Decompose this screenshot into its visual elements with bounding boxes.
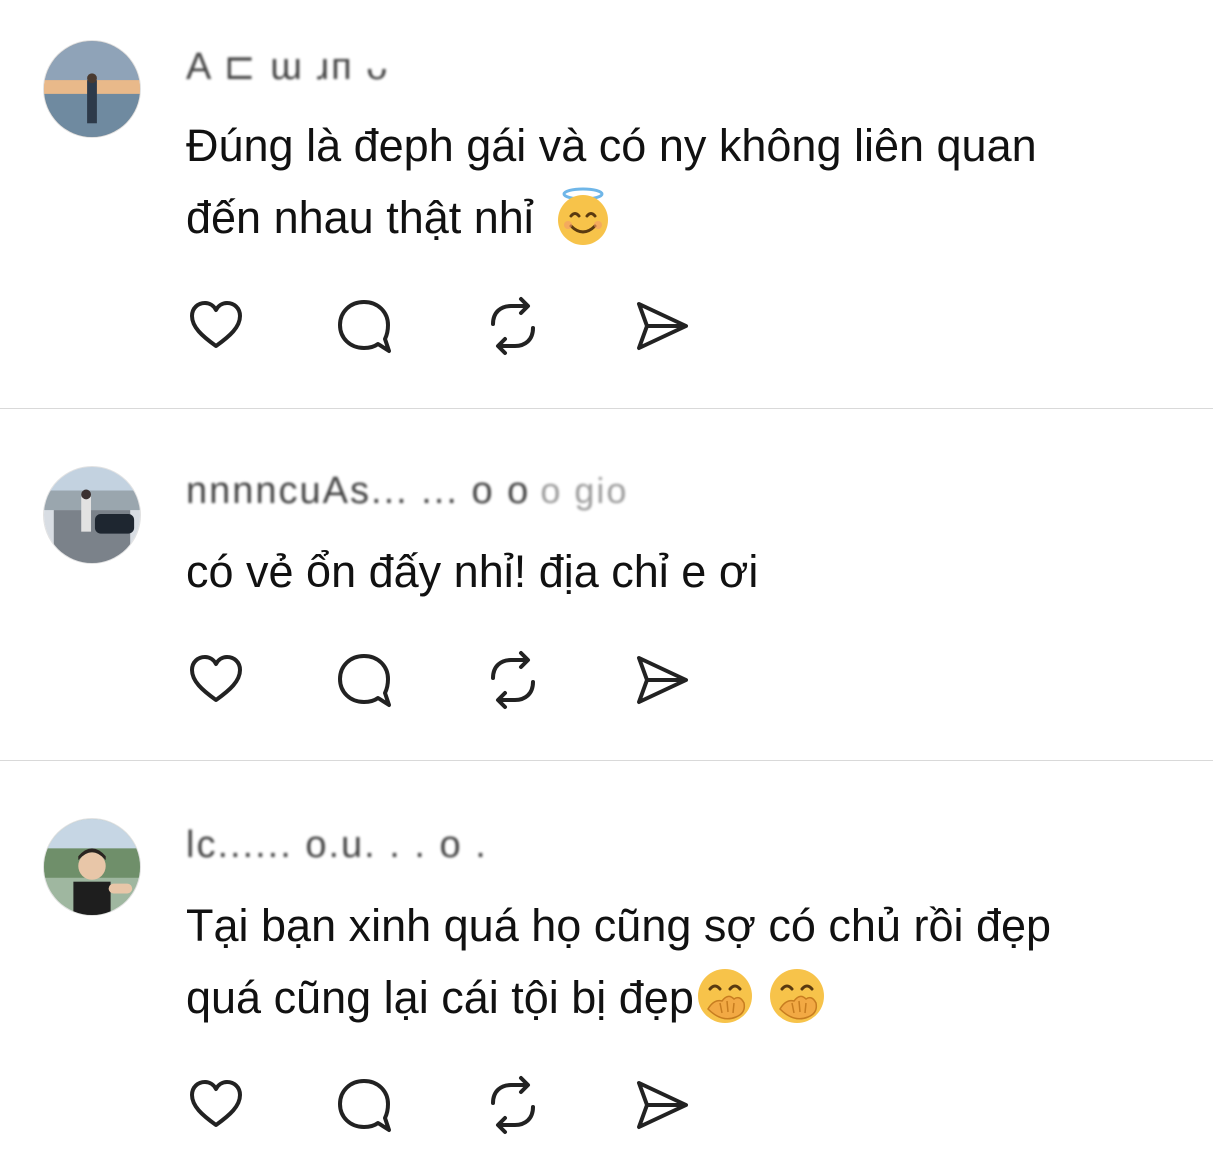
divider [0,408,1213,409]
like-button[interactable] [186,650,246,710]
comment-button[interactable] [334,650,394,710]
username[interactable]: lc...... o.u. . . o . [186,824,488,867]
heart-icon [190,655,242,702]
heart-icon [190,301,242,348]
speech-bubble-icon [338,654,391,707]
username[interactable]: A ⊏ ɯ ɹᴨ ᴗ [186,44,389,89]
repost-icon [491,651,535,709]
username-text: lc...... o.u. . . o . [186,824,488,866]
reply-text: có vẻ ổn đấy nhỉ! địa chỉ e ơi [186,536,1213,608]
timestamp: o gio [540,470,629,511]
reply-actions [186,1075,706,1135]
like-button[interactable] [186,1075,246,1135]
share-button[interactable] [631,296,691,356]
avatar[interactable] [43,466,141,564]
repost-button[interactable] [483,296,543,356]
username-text: nnnncuAs... ... o o [186,470,531,512]
paper-plane-icon [637,656,688,704]
repost-button[interactable] [483,1075,543,1135]
paper-plane-icon [637,302,688,350]
reply-text-body: Tại bạn xinh quá họ cũng sợ có chủ rồi đ… [186,900,1052,1023]
share-button[interactable] [631,650,691,710]
username-text: A ⊏ ɯ ɹᴨ ᴗ [186,46,390,88]
reply-text-body: có vẻ ổn đấy nhỉ! địa chỉ e ơi [186,546,759,597]
like-button[interactable] [186,296,246,356]
share-button[interactable] [631,1075,691,1135]
reply-text: Tại bạn xinh quá họ cũng sợ có chủ rồi đ… [186,890,1213,1034]
reply-text: Đúng là đeph gái và có ny không liên qua… [186,110,1213,254]
avatar[interactable] [43,818,141,916]
reply-actions [186,296,706,356]
repost-icon [491,1076,535,1134]
face-with-hand-over-mouth-icon [766,965,828,1027]
comment-button[interactable] [334,296,394,356]
speech-bubble-icon [338,300,391,353]
reply-actions [186,650,706,710]
heart-icon [190,1080,242,1127]
avatar[interactable] [43,40,141,138]
username[interactable]: nnnncuAs... ... o oo gio [186,470,628,513]
reply-thread: A ⊏ ɯ ɹᴨ ᴗ Đúng là đeph gái và có ny khô… [0,0,1213,1172]
repost-icon [491,297,535,355]
divider [0,760,1213,761]
repost-button[interactable] [483,650,543,710]
smiling-face-with-halo-icon [552,185,614,247]
face-with-hand-over-mouth-icon [694,965,756,1027]
speech-bubble-icon [338,1079,391,1132]
comment-button[interactable] [334,1075,394,1135]
paper-plane-icon [637,1081,688,1129]
